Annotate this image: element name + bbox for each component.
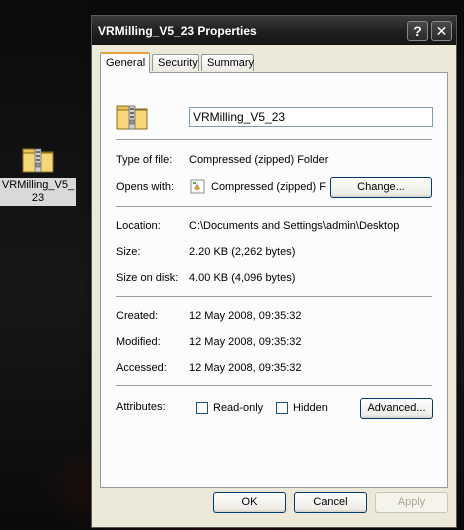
cancel-button[interactable]: Cancel xyxy=(294,492,367,513)
zip-folder-icon xyxy=(21,144,55,174)
size-on-disk-value: 4.00 KB (4,096 bytes) xyxy=(189,272,296,284)
accessed-value: 12 May 2008, 09:35:32 xyxy=(189,362,302,374)
created-value: 12 May 2008, 09:35:32 xyxy=(189,310,302,322)
tab-general[interactable]: General xyxy=(100,52,150,73)
desktop-icon-label: VRMilling_V5_23 xyxy=(0,178,76,206)
help-icon: ? xyxy=(413,23,422,39)
size-value: 2.20 KB (2,262 bytes) xyxy=(189,246,296,258)
close-icon: ✕ xyxy=(435,23,448,39)
attributes-label: Attributes: xyxy=(116,401,166,413)
modified-label: Modified: xyxy=(116,336,161,348)
opens-with-value: Compressed (zipped) F xyxy=(211,181,326,193)
opens-with-label: Opens with: xyxy=(116,181,175,193)
close-button[interactable]: ✕ xyxy=(431,21,452,41)
location-value: C:\Documents and Settings\admin\Desktop xyxy=(189,220,400,232)
readonly-checkbox[interactable] xyxy=(196,402,208,414)
window-title: VRMilling_V5_23 Properties xyxy=(98,24,257,38)
type-label: Type of file: xyxy=(116,154,173,166)
modified-value: 12 May 2008, 09:35:32 xyxy=(189,336,302,348)
desktop-icon-zip-folder[interactable]: VRMilling_V5_23 xyxy=(0,144,76,206)
divider xyxy=(116,206,432,207)
properties-dialog: VRMilling_V5_23 Properties ? ✕ General S… xyxy=(91,15,457,528)
zip-folder-icon xyxy=(115,101,149,131)
size-label: Size: xyxy=(116,246,141,258)
compressed-folder-app-icon xyxy=(190,179,205,194)
ok-button[interactable]: OK xyxy=(213,492,286,513)
title-bar[interactable]: VRMilling_V5_23 Properties ? ✕ xyxy=(92,16,456,45)
divider xyxy=(116,385,432,386)
size-on-disk-label: Size on disk: xyxy=(116,272,179,284)
apply-button[interactable]: Apply xyxy=(375,492,448,513)
general-panel: VRMilling_V5_23 Type of file: Compressed… xyxy=(100,72,448,488)
file-name-input[interactable]: VRMilling_V5_23 xyxy=(189,107,433,127)
hidden-checkbox[interactable] xyxy=(276,402,288,414)
advanced-button[interactable]: Advanced... xyxy=(360,398,433,419)
accessed-label: Accessed: xyxy=(116,362,167,374)
tab-summary[interactable]: Summary xyxy=(201,54,254,71)
readonly-label[interactable]: Read-only xyxy=(213,402,263,414)
hidden-label[interactable]: Hidden xyxy=(293,402,328,414)
type-value: Compressed (zipped) Folder xyxy=(189,154,329,166)
change-button[interactable]: Change... xyxy=(330,177,432,198)
divider xyxy=(116,139,432,140)
created-label: Created: xyxy=(116,310,159,322)
divider xyxy=(116,296,432,297)
tab-security[interactable]: Security xyxy=(152,54,199,71)
help-button[interactable]: ? xyxy=(407,21,428,41)
location-label: Location: xyxy=(116,220,161,232)
